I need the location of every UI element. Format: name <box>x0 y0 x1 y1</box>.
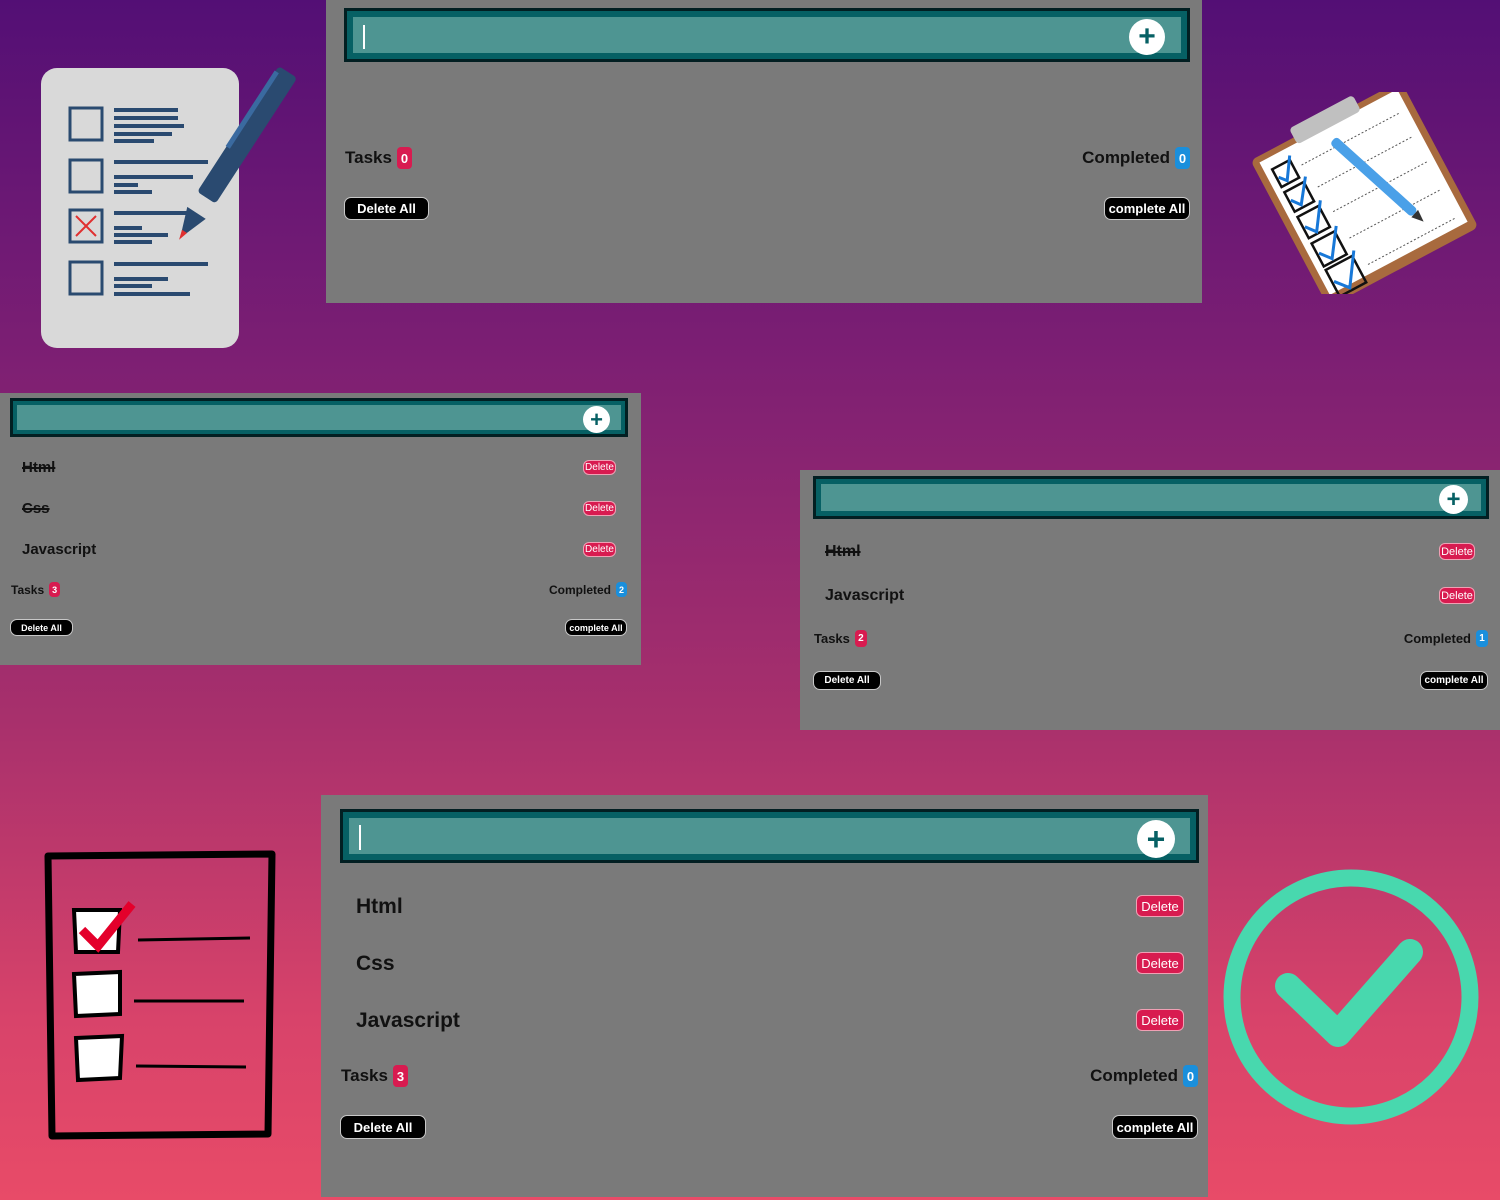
delete-task-button[interactable]: Delete <box>583 542 616 557</box>
tasks-count-badge: 0 <box>396 147 412 169</box>
add-task-button[interactable]: + <box>1137 820 1175 858</box>
add-task-bar: + <box>340 809 1199 863</box>
todo-panel-large: + Html Delete Css Delete Javascript Dele… <box>321 795 1208 1197</box>
task-input[interactable] <box>353 17 1181 53</box>
add-task-button[interactable]: + <box>1439 485 1468 514</box>
tasks-count-badge: 2 <box>854 630 867 647</box>
task-item: Javascript Delete <box>800 584 1500 614</box>
tasks-counter: Tasks 0 <box>345 147 412 169</box>
tasks-counter: Tasks 3 <box>11 582 61 597</box>
task-input[interactable] <box>17 405 621 430</box>
task-item: Html Delete <box>800 540 1500 570</box>
todo-panel-empty: + Tasks 0 Completed 0 Delete All complet… <box>326 0 1202 303</box>
tasks-label: Tasks <box>11 582 45 597</box>
task-name: Css <box>22 500 50 517</box>
tasks-label: Tasks <box>341 1066 388 1085</box>
tasks-label: Tasks <box>345 148 392 167</box>
task-name: Javascript <box>825 587 905 604</box>
task-input[interactable] <box>821 484 1481 511</box>
task-name: Css <box>356 952 395 975</box>
completed-count-badge: 0 <box>1175 147 1190 169</box>
add-task-bar: + <box>10 398 628 437</box>
delete-task-button[interactable]: Delete <box>1136 1009 1184 1031</box>
plus-icon: + <box>590 406 603 432</box>
task-item: Css Delete <box>0 496 641 526</box>
checklist-document-icon <box>41 67 296 348</box>
task-name: Html <box>825 543 861 560</box>
add-task-button[interactable]: + <box>583 406 610 433</box>
completed-count-badge: 0 <box>1183 1065 1198 1087</box>
delete-all-button[interactable]: Delete All <box>10 619 73 636</box>
complete-all-button[interactable]: complete All <box>1112 1115 1198 1139</box>
delete-task-button[interactable]: Delete <box>583 460 616 475</box>
completed-counter: Completed 2 <box>549 582 627 597</box>
tasks-count-badge: 3 <box>392 1065 408 1087</box>
tasks-counter: Tasks 3 <box>341 1065 408 1087</box>
complete-all-button[interactable]: complete All <box>565 619 627 636</box>
completed-count-badge: 2 <box>616 582 627 597</box>
task-name: Html <box>22 459 56 476</box>
tasks-counter: Tasks 2 <box>814 630 867 647</box>
completed-count-badge: 1 <box>1476 630 1488 647</box>
clipboard-checklist-icon <box>1252 92 1477 294</box>
task-input[interactable] <box>349 818 1190 854</box>
plus-icon: + <box>1446 485 1461 513</box>
task-item: Css Delete <box>321 950 1208 980</box>
add-task-button[interactable]: + <box>1129 19 1165 55</box>
completed-label: Completed <box>1090 1066 1178 1085</box>
task-item: Html Delete <box>0 455 641 485</box>
complete-all-button[interactable]: complete All <box>1104 197 1190 220</box>
completed-label: Completed <box>1082 148 1170 167</box>
plus-icon: + <box>1138 20 1156 53</box>
checklist-icon <box>44 850 276 1140</box>
task-item: Javascript Delete <box>0 537 641 567</box>
delete-task-button[interactable]: Delete <box>1136 895 1184 917</box>
add-task-bar: + <box>813 476 1489 519</box>
task-name: Javascript <box>22 541 97 558</box>
delete-task-button[interactable]: Delete <box>1439 543 1475 560</box>
delete-task-button[interactable]: Delete <box>1136 952 1184 974</box>
delete-task-button[interactable]: Delete <box>1439 587 1475 604</box>
completed-counter: Completed 0 <box>1090 1065 1198 1087</box>
delete-all-button[interactable]: Delete All <box>340 1115 426 1139</box>
completed-label: Completed <box>1403 631 1471 646</box>
task-name: Javascript <box>356 1009 460 1032</box>
completed-counter: Completed 0 <box>1082 147 1190 169</box>
complete-all-button[interactable]: complete All <box>1420 671 1488 690</box>
task-item: Html Delete <box>321 893 1208 923</box>
task-item: Javascript Delete <box>321 1007 1208 1037</box>
add-task-bar: + <box>344 8 1190 62</box>
check-circle-icon <box>1223 869 1479 1125</box>
delete-task-button[interactable]: Delete <box>583 501 616 516</box>
completed-counter: Completed 1 <box>1404 630 1488 647</box>
completed-label: Completed <box>548 582 611 597</box>
task-name: Html <box>356 895 403 918</box>
todo-panel-small: + Html Delete Css Delete Javascript Dele… <box>0 393 641 665</box>
plus-icon: + <box>1146 821 1166 857</box>
todo-panel-medium: + Html Delete Javascript Delete Tasks 2 … <box>800 470 1500 730</box>
delete-all-button[interactable]: Delete All <box>813 671 881 690</box>
delete-all-button[interactable]: Delete All <box>344 197 429 220</box>
tasks-count-badge: 3 <box>49 582 61 597</box>
tasks-label: Tasks <box>814 631 850 646</box>
